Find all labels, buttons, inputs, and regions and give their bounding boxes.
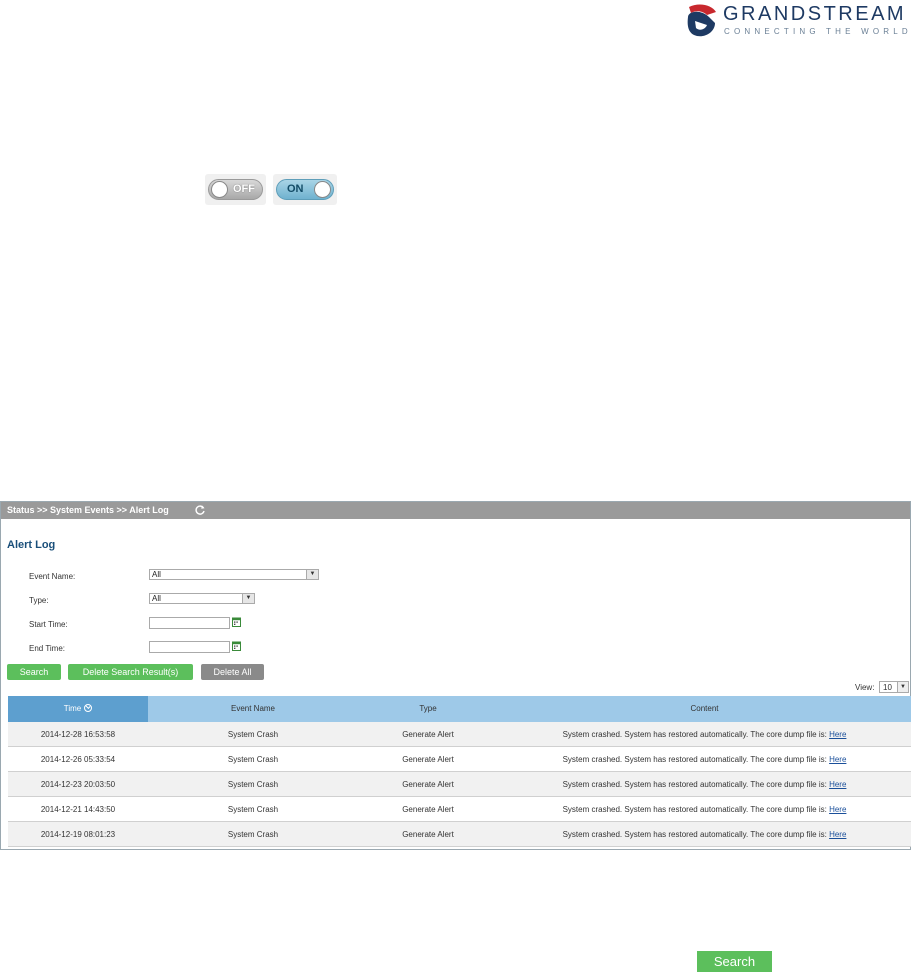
event-name-label: Event Name: (29, 572, 76, 581)
toggle-on-switch[interactable]: ON (273, 174, 337, 205)
column-header-content[interactable]: Content (498, 696, 911, 722)
alert-log-panel: Status >> System Events >> Alert Log Ale… (0, 501, 911, 850)
grandstream-logo-mark-icon (687, 4, 716, 37)
table-row: 2014-12-26 05:33:54 System Crash Generat… (8, 747, 911, 772)
toggle-off-label: OFF (233, 183, 255, 195)
type-label: Type: (29, 596, 49, 605)
refresh-icon[interactable] (194, 504, 206, 516)
grandstream-logo: GRANDSTREAM CONNECTING THE WORLD (683, 3, 913, 41)
chevron-down-icon: ▼ (242, 594, 254, 603)
chevron-down-icon: ▼ (306, 570, 318, 579)
toggle-on-track: ON (276, 179, 334, 200)
calendar-icon[interactable] (232, 641, 241, 651)
start-time-input[interactable] (149, 617, 230, 629)
content-text: System crashed. System has restored auto… (562, 830, 827, 839)
cell-type: Generate Alert (402, 755, 454, 764)
cell-type: Generate Alert (402, 780, 454, 789)
event-name-select[interactable]: All ▼ (149, 569, 319, 580)
type-select[interactable]: All ▼ (149, 593, 255, 604)
table-row: 2014-12-19 08:01:23 System Crash Generat… (8, 822, 911, 847)
page-title: Alert Log (7, 539, 56, 551)
cell-time: 2014-12-23 20:03:50 (40, 780, 116, 789)
content-text: System crashed. System has restored auto… (562, 730, 827, 739)
cell-event-name: System Crash (227, 805, 279, 814)
end-time-input[interactable] (149, 641, 230, 653)
column-header-time[interactable]: Time (8, 696, 148, 722)
event-name-value: All (152, 570, 161, 579)
search-button-large[interactable]: Search (697, 951, 772, 972)
toggle-knob (211, 181, 228, 198)
cell-time: 2014-12-28 16:53:58 (40, 730, 116, 739)
toggle-off-track: OFF (208, 179, 263, 200)
here-link[interactable]: Here (829, 755, 846, 764)
cell-content: System crashed. System has restored auto… (498, 822, 911, 847)
cell-event-name: System Crash (227, 780, 279, 789)
content-text: System crashed. System has restored auto… (562, 805, 827, 814)
cell-event-name: System Crash (227, 755, 279, 764)
view-count-select[interactable]: 10 ▼ (879, 681, 909, 693)
column-header-label: Time (63, 704, 82, 713)
breadcrumb-bar: Status >> System Events >> Alert Log (1, 502, 910, 519)
delete-all-button[interactable]: Delete All (201, 664, 264, 680)
delete-search-results-button[interactable]: Delete Search Result(s) (68, 664, 193, 680)
here-link[interactable]: Here (829, 730, 846, 739)
view-label: View: (855, 683, 875, 692)
content-text: System crashed. System has restored auto… (562, 755, 827, 764)
here-link[interactable]: Here (829, 830, 846, 839)
view-count-value: 10 (883, 683, 892, 692)
logo-tagline: CONNECTING THE WORLD (724, 27, 912, 36)
toggle-knob (314, 181, 331, 198)
cell-event-name: System Crash (227, 730, 279, 739)
toggle-off-switch[interactable]: OFF (205, 174, 266, 205)
chevron-down-icon: ▼ (897, 682, 908, 692)
cell-time: 2014-12-26 05:33:54 (40, 755, 116, 764)
cell-content: System crashed. System has restored auto… (498, 797, 911, 822)
type-value: All (152, 594, 161, 603)
cell-type: Generate Alert (402, 730, 454, 739)
cell-content: System crashed. System has restored auto… (498, 722, 911, 747)
calendar-icon[interactable] (232, 617, 241, 627)
cell-type: Generate Alert (402, 805, 454, 814)
sort-icon (84, 704, 93, 712)
cell-content: System crashed. System has restored auto… (498, 747, 911, 772)
search-button[interactable]: Search (7, 664, 61, 680)
cell-time: 2014-12-19 08:01:23 (40, 830, 116, 839)
cell-event-name: System Crash (227, 830, 279, 839)
column-header-type[interactable]: Type (358, 696, 498, 722)
table-header: Time Event Name Type Content (8, 696, 911, 722)
cell-content: System crashed. System has restored auto… (498, 772, 911, 797)
start-time-label: Start Time: (29, 620, 68, 629)
table-row: 2014-12-21 14:43:50 System Crash Generat… (8, 797, 911, 822)
cell-type: Generate Alert (402, 830, 454, 839)
content-text: System crashed. System has restored auto… (562, 780, 827, 789)
here-link[interactable]: Here (829, 780, 846, 789)
cell-time: 2014-12-21 14:43:50 (40, 805, 116, 814)
end-time-label: End Time: (29, 644, 66, 653)
table-row: 2014-12-28 16:53:58 System Crash Generat… (8, 722, 911, 747)
breadcrumb: Status >> System Events >> Alert Log (7, 505, 169, 515)
table-row: 2014-12-23 20:03:50 System Crash Generat… (8, 772, 911, 797)
logo-wordmark: GRANDSTREAM (723, 3, 907, 25)
column-header-event-name[interactable]: Event Name (148, 696, 358, 722)
here-link[interactable]: Here (829, 805, 846, 814)
toggle-on-label: ON (287, 183, 304, 195)
